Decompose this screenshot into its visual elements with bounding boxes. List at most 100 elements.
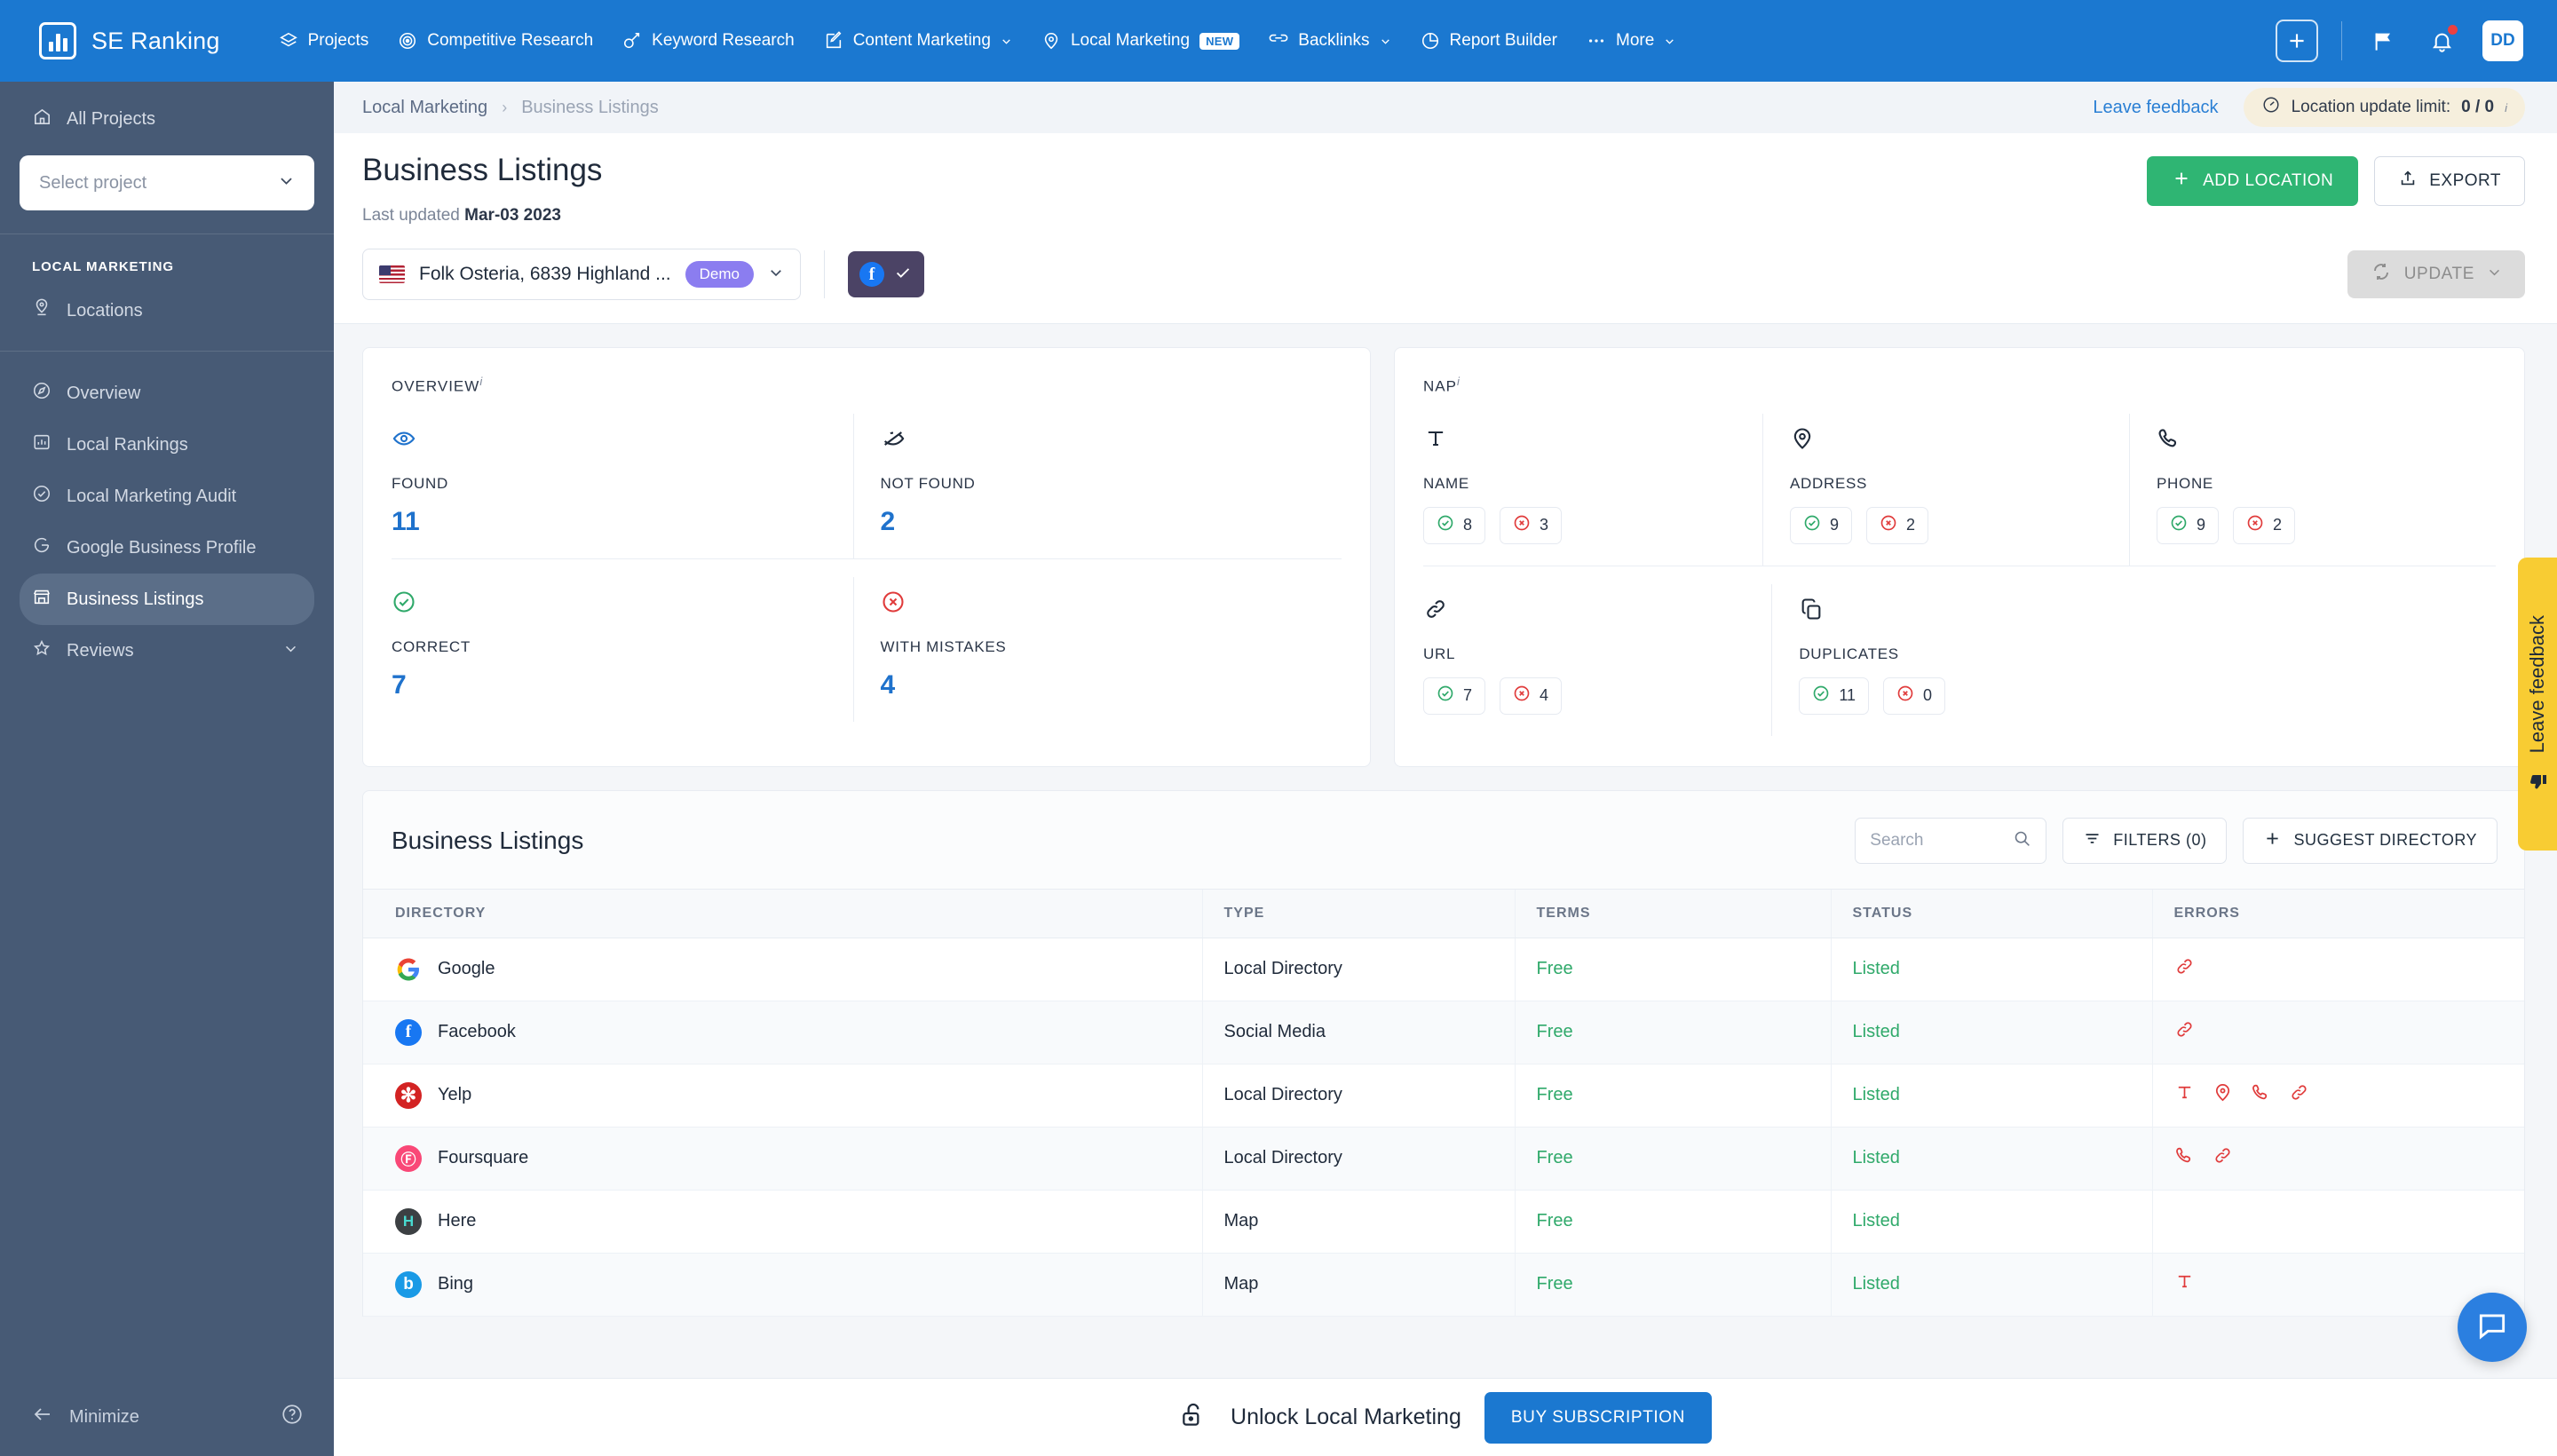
table-row[interactable]: f Facebook Social Media Free Listed (363, 1001, 2524, 1064)
project-select[interactable]: Select project (20, 155, 314, 210)
nav-item-projects[interactable]: Projects (266, 21, 382, 60)
sidebar-item-overview[interactable]: Overview (20, 368, 314, 419)
update-button[interactable]: UPDATE (2347, 250, 2525, 298)
flag-icon[interactable] (2365, 23, 2401, 59)
sidebar-label: Business Listings (67, 589, 204, 609)
breadcrumb-parent[interactable]: Local Marketing (362, 98, 487, 118)
column-header-type[interactable]: TYPE (1201, 888, 1515, 938)
panel-header: Business Listings FILTERS (0) SUGGEST DI… (363, 791, 2524, 889)
brand-logo-link[interactable]: SE Ranking (27, 22, 220, 59)
add-location-button[interactable]: ADD LOCATION (2147, 156, 2359, 206)
x-circle-icon (1513, 684, 1531, 707)
eye-icon (392, 431, 416, 455)
notifications-bell-icon[interactable] (2424, 23, 2459, 59)
chevron-down-icon (1380, 36, 1391, 47)
table-row[interactable]: b Bing Map Free Listed (363, 1253, 2524, 1317)
sidebar-item-local-rankings[interactable]: Local Rankings (20, 419, 314, 471)
cell-terms: Free (1514, 1253, 1831, 1317)
plus-icon (2263, 829, 2282, 852)
help-icon[interactable] (281, 1403, 304, 1431)
map-pin-icon[interactable] (2213, 1082, 2233, 1108)
avatar[interactable]: DD (2482, 20, 2523, 61)
table-row[interactable]: H Here Map Free Listed (363, 1190, 2524, 1254)
sidebar-item-local-marketing-audit[interactable]: Local Marketing Audit (20, 471, 314, 522)
cell-errors (2151, 1190, 2524, 1254)
nav-item-more[interactable]: More (1574, 21, 1688, 60)
sidebar-item-locations[interactable]: Locations (20, 285, 314, 336)
chat-support-button[interactable] (2458, 1293, 2527, 1362)
chevron-down-icon (278, 172, 295, 194)
export-button[interactable]: EXPORT (2374, 156, 2525, 206)
thumbs-up-icon (2526, 772, 2549, 793)
leave-feedback-tab-label: Leave feedback (2526, 615, 2548, 754)
column-header-status[interactable]: STATUS (1830, 888, 2152, 938)
minimize-button[interactable]: Minimize (32, 1404, 139, 1430)
phone-icon[interactable] (2174, 1145, 2195, 1171)
x-circle-icon (1880, 514, 1897, 536)
info-icon[interactable]: i (2505, 101, 2507, 115)
link-icon[interactable] (2213, 1145, 2233, 1171)
link-icon[interactable] (2174, 1019, 2195, 1045)
facebook-logo-icon: f (859, 262, 885, 287)
layers-icon (279, 31, 298, 51)
facebook-connection-button[interactable]: f (848, 251, 925, 297)
plus-icon (2172, 169, 2191, 194)
leave-feedback-tab[interactable]: Leave feedback (2518, 558, 2557, 851)
nav-item-backlinks[interactable]: Backlinks (1256, 21, 1403, 60)
copy-icon (1799, 598, 1824, 625)
search-box[interactable] (1855, 817, 2047, 864)
nav-item-competitive-research[interactable]: Competitive Research (385, 21, 606, 60)
sidebar-label: Overview (67, 383, 141, 403)
nav-item-local-marketing[interactable]: Local Marketing NEW (1029, 21, 1252, 60)
divider (2341, 21, 2342, 60)
sidebar-item-google-business-profile[interactable]: Google Business Profile (20, 522, 314, 574)
sidebar-item-reviews[interactable]: Reviews (20, 625, 314, 677)
overview-value: 11 (392, 506, 420, 536)
nap-bad-chip: 2 (1866, 506, 1929, 544)
info-icon[interactable]: i (1457, 375, 1461, 388)
add-new-button[interactable] (2276, 20, 2318, 62)
page-title: Business Listings (362, 153, 603, 187)
nap-label: URL (1423, 645, 1456, 662)
location-select[interactable]: Folk Osteria, 6839 Highland ... Demo (362, 249, 802, 300)
location-pin-icon (32, 298, 51, 323)
text-t-icon[interactable] (2174, 1082, 2195, 1108)
nap-ok-chip: 11 (1799, 677, 1870, 715)
phone-icon[interactable] (2251, 1082, 2271, 1108)
column-header-terms[interactable]: TERMS (1514, 888, 1831, 938)
info-icon[interactable]: i (479, 375, 483, 388)
table-row[interactable]: Google Local Directory Free Listed (363, 938, 2524, 1001)
column-header-directory[interactable]: DIRECTORY (363, 888, 1202, 938)
table-row[interactable]: ✻ Yelp Local Directory Free Listed (363, 1064, 2524, 1128)
nav-item-report-builder[interactable]: Report Builder (1408, 21, 1570, 60)
overview-label: FOUND (392, 474, 448, 492)
sidebar-item-all-projects[interactable]: All Projects (20, 96, 314, 143)
yelp-logo-icon: ✻ (395, 1081, 422, 1109)
gauge-icon (2261, 95, 2281, 120)
leave-feedback-link[interactable]: Leave feedback (2093, 98, 2218, 118)
search-input[interactable] (1870, 830, 2004, 851)
overview-label: NOT FOUND (880, 474, 976, 492)
column-header-errors[interactable]: ERRORS (2151, 888, 2524, 938)
demo-badge: Demo (685, 261, 755, 288)
suggest-directory-button[interactable]: SUGGEST DIRECTORY (2243, 817, 2498, 864)
nav-item-content-marketing[interactable]: Content Marketing (811, 21, 1025, 60)
text-t-icon[interactable] (2174, 1271, 2195, 1297)
foursquare-logo-icon: Ⓕ (395, 1144, 422, 1172)
filters-button[interactable]: FILTERS (0) (2062, 817, 2228, 864)
nap-label: PHONE (2157, 474, 2213, 492)
table-row[interactable]: Ⓕ Foursquare Local Directory Free Listed (363, 1127, 2524, 1191)
link-icon[interactable] (2174, 956, 2195, 982)
nav-item-keyword-research[interactable]: Keyword Research (610, 21, 807, 60)
cell-errors (2151, 938, 2524, 1001)
nap-ok-chip: 7 (1423, 677, 1486, 715)
check-circle-icon (2170, 514, 2188, 536)
facebook-logo-icon: f (395, 1018, 422, 1046)
link-icon[interactable] (2289, 1082, 2309, 1108)
location-update-limit-badge: Location update limit: 0 / 0 i (2243, 88, 2525, 127)
overview-cell-correct: CORRECT 7 (392, 577, 853, 722)
divider (824, 250, 826, 298)
cell-errors (2151, 1001, 2524, 1064)
sidebar-item-business-listings[interactable]: Business Listings (20, 574, 314, 625)
buy-subscription-button[interactable]: BUY SUBSCRIPTION (1484, 1391, 1712, 1444)
